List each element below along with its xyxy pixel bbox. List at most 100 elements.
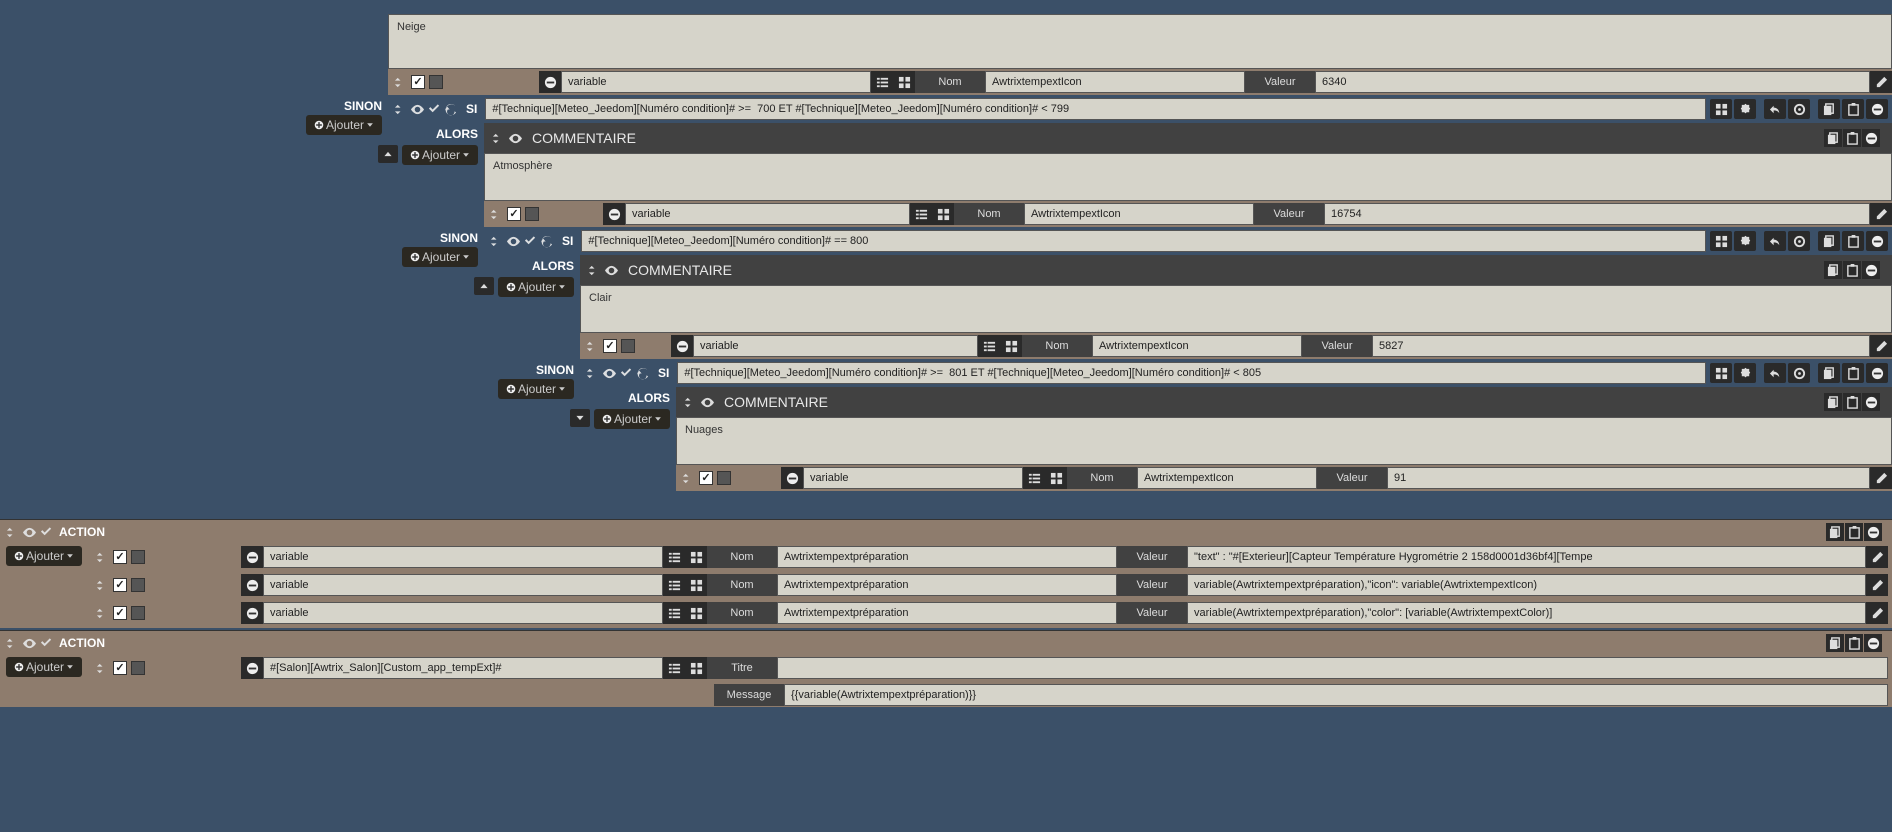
puzzle-tool[interactable] [1734,231,1756,251]
copy-button[interactable] [1826,634,1844,652]
copy-button[interactable] [1824,129,1842,147]
list-picker[interactable] [663,602,685,624]
var-name-input[interactable] [777,546,1117,568]
grid-tool[interactable] [1710,99,1732,119]
comment-body[interactable]: Atmosphère [484,153,1892,201]
list-picker[interactable] [663,657,685,679]
remove-tool[interactable] [1866,99,1888,119]
paste-button[interactable] [1843,129,1861,147]
grid-picker[interactable] [932,203,954,225]
move-icon[interactable] [394,75,407,89]
enabled-checkbox[interactable] [507,207,521,221]
list-picker[interactable] [978,335,1000,357]
paste-tool[interactable] [1842,231,1864,251]
remove-button[interactable] [241,546,263,568]
remove-button[interactable] [539,71,561,93]
move-icon[interactable] [586,339,599,353]
add-button[interactable]: Ajouter [402,145,478,165]
var-value-input[interactable] [1324,203,1870,225]
parallel-checkbox[interactable] [717,471,731,485]
parallel-checkbox[interactable] [131,578,145,592]
edit-button[interactable] [1866,602,1888,624]
action-type-input[interactable] [263,602,663,624]
remove-button[interactable] [1864,634,1882,652]
paste-button[interactable] [1843,261,1861,279]
parallel-checkbox[interactable] [131,606,145,620]
paste-button[interactable] [1843,393,1861,411]
remove-button[interactable] [1862,393,1880,411]
action-type-input[interactable] [263,546,663,568]
var-name-input[interactable] [985,71,1245,93]
paste-button[interactable] [1845,634,1863,652]
move-icon[interactable] [6,636,19,650]
remove-button[interactable] [781,467,803,489]
var-value-input[interactable] [1387,467,1870,489]
copy-tool[interactable] [1818,231,1840,251]
move-icon[interactable] [588,263,601,277]
puzzle-tool[interactable] [1734,99,1756,119]
copy-button[interactable] [1824,261,1842,279]
refresh-icon[interactable] [637,366,650,380]
move-icon[interactable] [96,606,109,620]
eye-icon[interactable] [411,102,424,116]
condition-input[interactable] [485,98,1706,120]
remove-button[interactable] [241,574,263,596]
target-tool[interactable] [1788,231,1810,251]
edit-button[interactable] [1866,546,1888,568]
list-picker[interactable] [663,574,685,596]
enabled-checkbox[interactable] [699,471,713,485]
var-value-input[interactable] [1187,574,1866,596]
add-button[interactable]: Ajouter [498,277,574,297]
remove-button[interactable] [241,602,263,624]
undo-tool[interactable] [1764,231,1786,251]
undo-tool[interactable] [1764,363,1786,383]
remove-button[interactable] [241,657,263,679]
list-picker[interactable] [910,203,932,225]
titre-input[interactable] [777,657,1888,679]
eye-icon[interactable] [509,131,522,145]
add-button[interactable]: Ajouter [594,409,670,429]
enabled-checkbox[interactable] [411,75,425,89]
var-name-input[interactable] [1092,335,1302,357]
var-value-input[interactable] [1372,335,1870,357]
eye-icon[interactable] [507,234,520,248]
edit-button[interactable] [1866,574,1888,596]
target-tool[interactable] [1788,363,1810,383]
copy-tool[interactable] [1818,363,1840,383]
condition-input[interactable] [581,230,1706,252]
comment-body[interactable]: Neige [388,14,1892,69]
grid-picker[interactable] [1000,335,1022,357]
copy-button[interactable] [1824,393,1842,411]
check-icon[interactable] [524,234,537,248]
edit-button[interactable] [1870,467,1892,489]
remove-button[interactable] [603,203,625,225]
move-icon[interactable] [96,550,109,564]
list-picker[interactable] [1023,467,1045,489]
eye-icon[interactable] [23,525,36,539]
action-type-input[interactable] [625,203,910,225]
var-name-input[interactable] [1024,203,1254,225]
var-value-input[interactable] [1315,71,1870,93]
eye-icon[interactable] [603,366,616,380]
collapse-toggle[interactable] [570,409,590,427]
enabled-checkbox[interactable] [113,550,127,564]
check-icon[interactable] [40,636,53,650]
var-name-input[interactable] [1137,467,1317,489]
list-picker[interactable] [871,71,893,93]
paste-tool[interactable] [1842,99,1864,119]
grid-picker[interactable] [1045,467,1067,489]
var-value-input[interactable] [1187,546,1866,568]
edit-button[interactable] [1870,203,1892,225]
command-input[interactable] [263,657,663,679]
move-icon[interactable] [6,525,19,539]
action-type-input[interactable] [263,574,663,596]
collapse-toggle[interactable] [378,145,398,163]
parallel-checkbox[interactable] [621,339,635,353]
eye-icon[interactable] [23,636,36,650]
grid-picker[interactable] [685,657,707,679]
action-type-input[interactable] [693,335,978,357]
move-icon[interactable] [684,395,697,409]
grid-picker[interactable] [893,71,915,93]
move-icon[interactable] [96,661,109,675]
puzzle-tool[interactable] [1734,363,1756,383]
